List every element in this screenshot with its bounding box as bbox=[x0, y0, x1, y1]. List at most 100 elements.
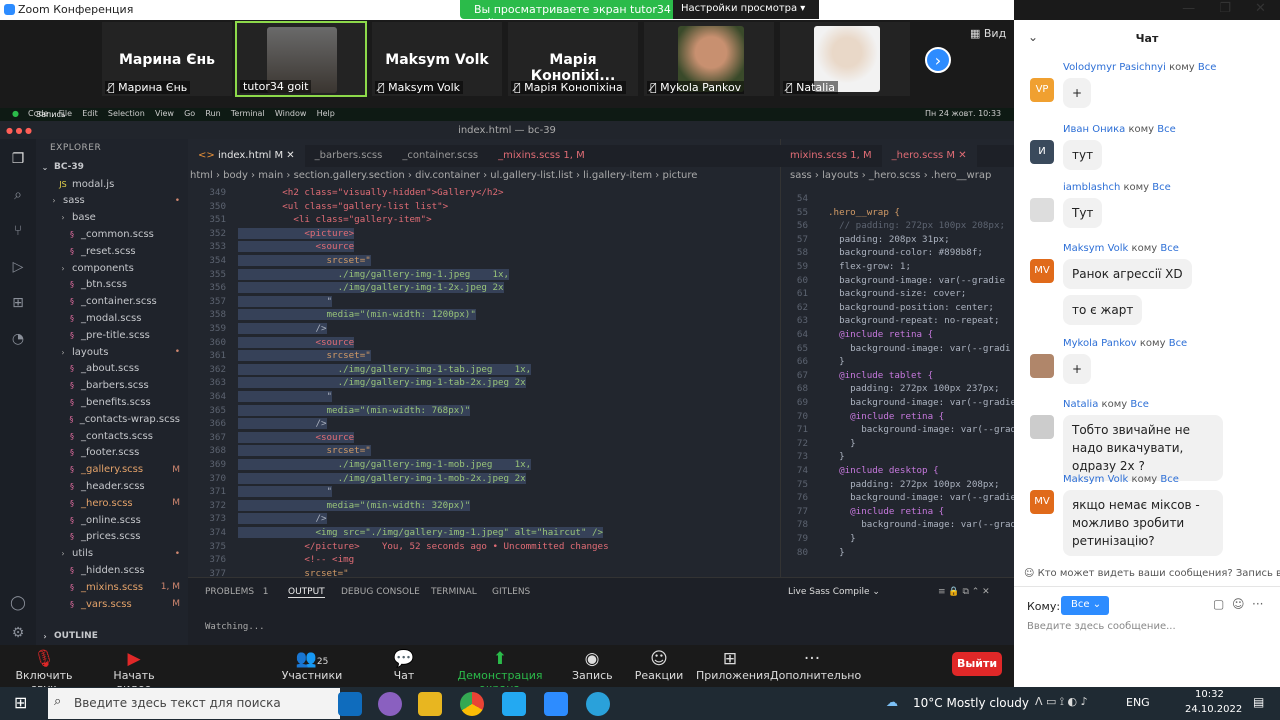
view-button[interactable]: ▦ Вид bbox=[970, 27, 1006, 40]
code-line[interactable]: background-image: var(--grad bbox=[828, 424, 1014, 435]
file-tree-item[interactable]: § _modal.scss bbox=[36, 310, 188, 327]
chat-button[interactable]: 💬 Чат bbox=[384, 649, 424, 682]
code-line[interactable]: <img src="./img/gallery-img-1.jpeg" alt=… bbox=[238, 527, 604, 538]
files-icon[interactable]: ❐ bbox=[8, 151, 28, 171]
file-tree-item[interactable]: § _vars.scss M bbox=[36, 596, 188, 613]
tab-barbers-scss[interactable]: _barbers.scss bbox=[305, 145, 393, 167]
panel-tab-output[interactable]: OUTPUT bbox=[288, 587, 325, 598]
file-tree-item[interactable]: § _container.scss bbox=[36, 293, 188, 310]
file-tree-item[interactable]: § _prices.scss bbox=[36, 529, 188, 546]
code-line[interactable]: padding: 208px 31px; bbox=[828, 234, 950, 245]
emoji-icon[interactable]: ☺ bbox=[1232, 597, 1245, 611]
file-tree-item[interactable]: § _about.scss bbox=[36, 361, 188, 378]
avatar[interactable]: MV bbox=[1030, 259, 1054, 283]
code-line[interactable]: background-repeat: no-repeat; bbox=[828, 315, 999, 326]
taskbar-search[interactable]: ⌕ Введите здесь текст для поиска bbox=[48, 688, 340, 719]
sender-name[interactable]: Volodymyr Pasichnyi bbox=[1063, 62, 1166, 73]
right-code-area[interactable]: 54 55 .hero__wrap {56 // padding: 272px 10… bbox=[780, 185, 1014, 577]
next-page-button[interactable]: › bbox=[925, 47, 951, 73]
code-line[interactable]: @include tablet { bbox=[828, 370, 933, 381]
code-line[interactable]: flex-grow: 1; bbox=[828, 261, 911, 272]
code-line[interactable]: @include retina { bbox=[828, 411, 944, 422]
code-line[interactable]: } bbox=[828, 547, 845, 558]
sender-name[interactable]: iamblashch bbox=[1063, 182, 1120, 193]
code-line[interactable]: } bbox=[828, 356, 845, 367]
file-tree-item[interactable]: § _mixins.scss 1, M bbox=[36, 579, 188, 596]
reactions-button[interactable]: ☺ Реакции bbox=[634, 649, 684, 682]
code-line[interactable]: ./img/gallery-img-1-mob-2x.jpeg 2x bbox=[238, 472, 526, 484]
code-line[interactable]: <source bbox=[238, 336, 355, 348]
message-bubble[interactable]: якщо немає міксов - можливо зробити рети… bbox=[1063, 490, 1223, 556]
remote-icon[interactable]: ◔ bbox=[8, 331, 28, 351]
avatar[interactable] bbox=[1030, 198, 1054, 222]
file-tree-item[interactable]: § _reset.scss bbox=[36, 243, 188, 260]
code-line[interactable]: } bbox=[828, 451, 845, 462]
code-line[interactable]: @include desktop { bbox=[828, 465, 939, 476]
output-channel-select[interactable]: Live Sass Compile ⌄ bbox=[788, 587, 880, 597]
code-line[interactable]: <ul class="gallery-list list"> bbox=[238, 201, 448, 212]
code-line[interactable]: } bbox=[828, 533, 856, 544]
panel-tab-terminal[interactable]: TERMINAL bbox=[431, 587, 477, 597]
minimize-icon[interactable]: — bbox=[1182, 1, 1195, 19]
file-tree-item[interactable]: › utils • bbox=[36, 545, 188, 562]
file-tree-item[interactable]: › base bbox=[36, 209, 188, 226]
maximize-icon[interactable]: ❐ bbox=[1219, 1, 1231, 19]
avatar[interactable] bbox=[1030, 354, 1054, 378]
code-line[interactable]: /> bbox=[238, 418, 327, 430]
privacy-note[interactable]: ☺ Кто может видеть ваши сообщения? Запис… bbox=[1024, 568, 1280, 579]
file-tree-item[interactable]: › components bbox=[36, 260, 188, 277]
code-line[interactable]: background-image: var(--gradi bbox=[828, 343, 1010, 354]
telegram-icon[interactable] bbox=[586, 692, 610, 716]
participants-button[interactable]: 👥25 Участники bbox=[280, 649, 344, 682]
avatar[interactable]: И bbox=[1030, 140, 1054, 164]
windows-start-icon[interactable]: ⊞ bbox=[14, 693, 27, 712]
code-line[interactable]: background-color: #898b8f; bbox=[828, 247, 983, 258]
code-line[interactable]: padding: 272px 100px 208px; bbox=[828, 479, 999, 490]
code-line[interactable]: ./img/gallery-img-1-2x.jpeg 2x bbox=[238, 282, 504, 294]
code-area[interactable]: 349 <h2 class="visually-hidden">Gallery<… bbox=[188, 185, 780, 577]
file-tree-item[interactable]: § _footer.scss bbox=[36, 445, 188, 462]
account-icon[interactable]: ◯ bbox=[8, 595, 28, 615]
panel-tab-gitlens[interactable]: GITLENS bbox=[492, 587, 530, 597]
code-line[interactable]: background-image: var(--gradie bbox=[828, 492, 1014, 503]
code-line[interactable]: background-image: var(--gradie bbox=[828, 275, 1005, 286]
code-line[interactable]: srcset=" bbox=[238, 350, 371, 362]
breadcrumb[interactable]: html › body › main › section.gallery.sec… bbox=[188, 167, 780, 185]
code-line[interactable]: @include retina { bbox=[828, 329, 933, 340]
file-tree-item[interactable]: § _common.scss bbox=[36, 226, 188, 243]
message-bubble[interactable]: Тут bbox=[1063, 198, 1103, 228]
code-line[interactable]: ./img/gallery-img-1-mob.jpeg 1x, bbox=[238, 459, 532, 470]
sender-name[interactable]: Maksym Volk bbox=[1063, 243, 1128, 254]
file-tree-item[interactable]: § _header.scss bbox=[36, 478, 188, 495]
file-tree-item[interactable]: § _btn.scss bbox=[36, 277, 188, 294]
code-line[interactable]: " bbox=[238, 486, 333, 498]
message-bubble[interactable]: + bbox=[1063, 354, 1092, 384]
message-bubble[interactable]: Ранок агрессії XD bbox=[1063, 259, 1192, 289]
chrome-icon[interactable] bbox=[460, 692, 484, 716]
right-breadcrumb[interactable]: sass › layouts › _hero.scss › .hero__wra… bbox=[780, 167, 1014, 185]
avatar[interactable]: VP bbox=[1030, 78, 1054, 102]
tab-mixins-scss[interactable]: _mixins.scss 1, M bbox=[488, 145, 595, 167]
more-button[interactable]: ··· Дополнительно bbox=[770, 649, 861, 682]
vscode-icon[interactable] bbox=[502, 692, 526, 716]
code-line[interactable]: /> bbox=[238, 513, 327, 525]
recipient-select[interactable]: Все ⌄ bbox=[1061, 596, 1109, 615]
code-line[interactable]: media="(min-width: 768px)" bbox=[238, 404, 471, 416]
message-bubble[interactable]: Тобто звичайне не надо викачувати, одраз… bbox=[1063, 415, 1223, 481]
code-line[interactable]: ./img/gallery-img-1-tab.jpeg 1x, bbox=[238, 363, 532, 375]
participant-tile-active[interactable]: tutor34 goit bbox=[235, 21, 367, 97]
search-icon[interactable]: ⌕ bbox=[8, 187, 28, 207]
message-bubble[interactable]: + bbox=[1063, 78, 1092, 108]
file-icon[interactable]: ▢ bbox=[1213, 597, 1224, 611]
avatar[interactable]: MV bbox=[1030, 490, 1054, 514]
message-input[interactable]: Введите здесь сообщение... bbox=[1027, 621, 1176, 632]
file-tree-item[interactable]: § _gallery.scss M bbox=[36, 461, 188, 478]
code-line[interactable]: srcset=" bbox=[238, 445, 371, 457]
code-line[interactable]: .hero__wrap { bbox=[828, 207, 900, 218]
code-line[interactable]: ./img/gallery-img-1.jpeg 1x, bbox=[238, 268, 510, 280]
code-line[interactable]: background-image: var(--grad bbox=[828, 519, 1014, 530]
source-control-icon[interactable]: ⑂ bbox=[8, 223, 28, 243]
sender-name[interactable]: Иван Оника bbox=[1063, 124, 1125, 135]
extensions-icon[interactable]: ⊞ bbox=[8, 295, 28, 315]
code-line[interactable]: @include retina { bbox=[828, 506, 944, 517]
